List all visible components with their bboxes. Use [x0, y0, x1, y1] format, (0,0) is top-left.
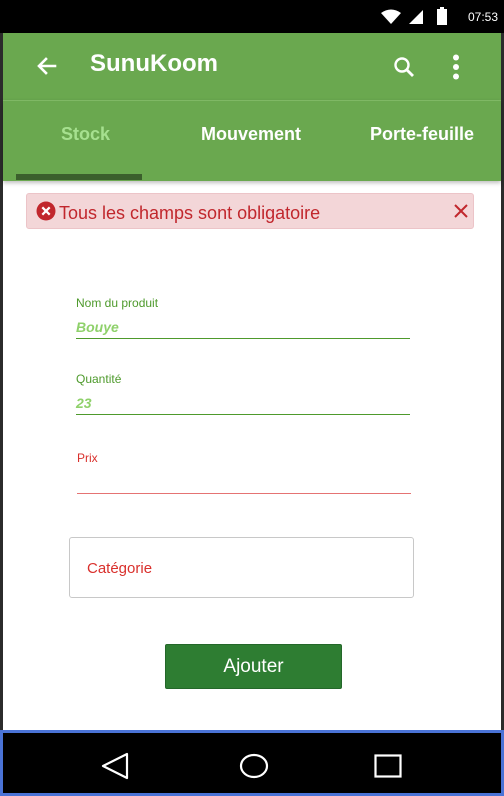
alert-message: Tous les champs sont obligatoire [59, 203, 321, 223]
wifi-icon [380, 9, 402, 30]
status-time: 07:53 [467, 10, 498, 24]
error-circle-icon [36, 201, 56, 226]
quantity-underline [76, 414, 410, 415]
tab-stock[interactable]: Stock [61, 124, 110, 145]
app-title: SunuKoom [90, 50, 218, 77]
quantity-value[interactable]: 23 [76, 395, 92, 411]
quantity-label: Quantité [76, 372, 122, 386]
recents-square-icon[interactable] [371, 749, 405, 783]
search-icon[interactable] [388, 51, 420, 83]
add-button[interactable]: Ajouter [165, 644, 342, 689]
tab-mouvement[interactable]: Mouvement [201, 124, 301, 145]
app-bar: SunuKoom [3, 33, 501, 100]
more-vert-icon[interactable] [440, 50, 472, 84]
product-name-value[interactable]: Bouye [76, 319, 119, 335]
tab-bar: Stock Mouvement Porte-feuille [3, 100, 501, 181]
back-triangle-icon[interactable] [98, 749, 132, 783]
product-name-underline [76, 338, 410, 339]
tab-indicator [16, 174, 142, 180]
price-underline [77, 493, 411, 494]
category-label: Catégorie [87, 560, 153, 577]
system-nav-bar [0, 730, 504, 796]
category-select[interactable]: Catégorie [69, 537, 414, 598]
price-label: Prix [77, 451, 98, 465]
arrow-back-icon[interactable] [31, 50, 63, 82]
tab-porte-feuille[interactable]: Porte-feuille [370, 124, 474, 145]
product-name-label: Nom du produit [76, 296, 159, 310]
close-icon[interactable] [454, 204, 468, 223]
home-circle-icon[interactable] [237, 749, 271, 783]
status-bar: 07:53 [0, 0, 504, 33]
battery-icon [437, 7, 447, 30]
error-alert: Tous les champs sont obligatoire [26, 193, 474, 229]
signal-icon [408, 9, 424, 30]
